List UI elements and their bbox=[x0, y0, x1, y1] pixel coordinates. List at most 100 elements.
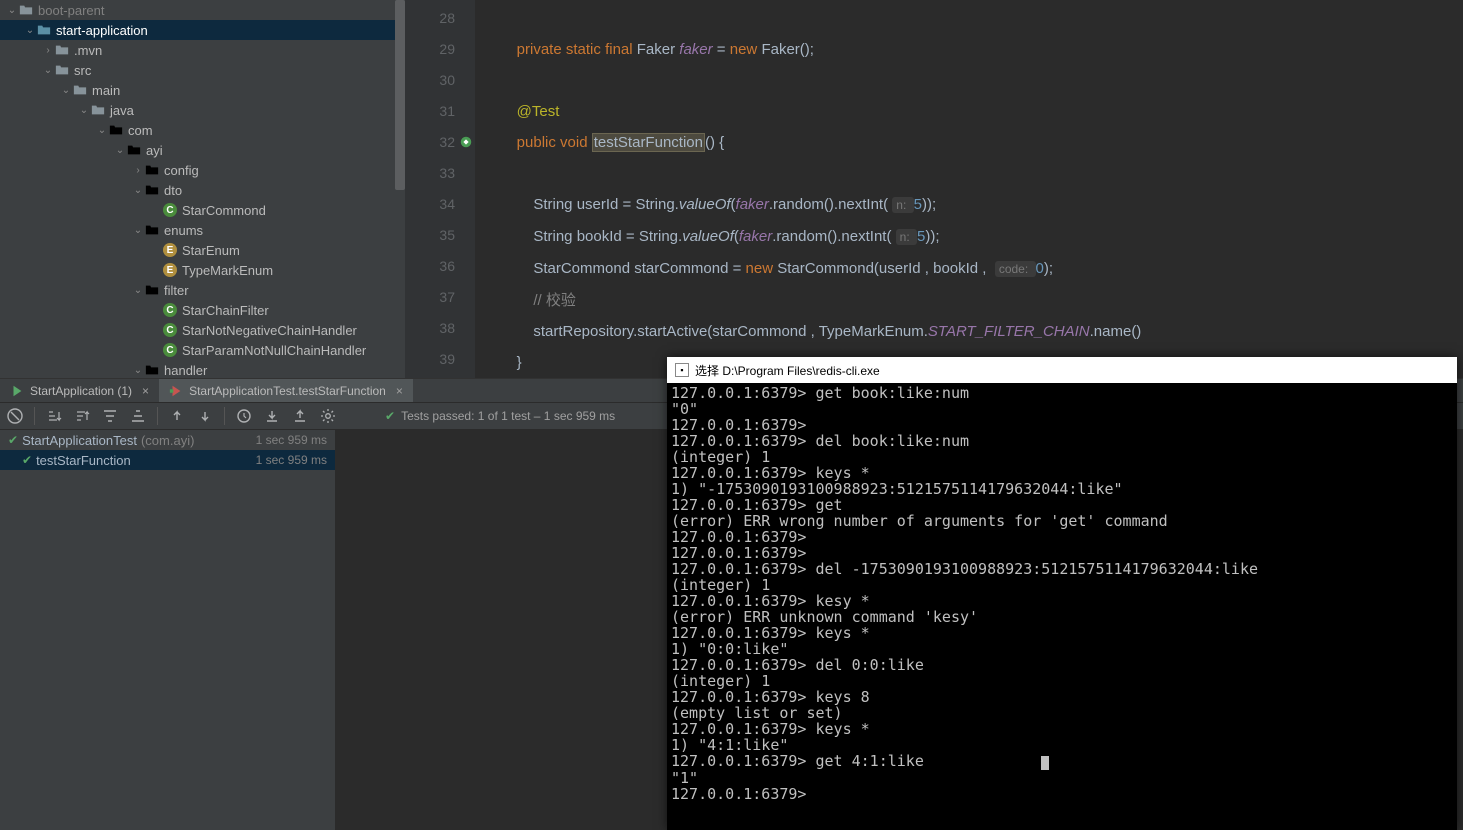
code-line-31[interactable]: @Test bbox=[475, 96, 1463, 127]
code-line-28[interactable] bbox=[475, 3, 1463, 34]
play-icon bbox=[10, 384, 24, 398]
tree-item-java[interactable]: ⌄java bbox=[0, 100, 405, 120]
test-suffix: (com.ayi) bbox=[141, 433, 194, 448]
tree-item-label: StarNotNegativeChainHandler bbox=[182, 323, 357, 338]
run-tab-label: StartApplication (1) bbox=[30, 384, 132, 398]
test-name: testStarFunction bbox=[36, 453, 131, 468]
tree-item-starchainfilter[interactable]: CStarChainFilter bbox=[0, 300, 405, 320]
tree-item-starnotnegativechainhandler[interactable]: CStarNotNegativeChainHandler bbox=[0, 320, 405, 340]
settings-icon[interactable] bbox=[319, 407, 337, 425]
package-icon bbox=[144, 282, 160, 298]
tree-item-label: main bbox=[92, 83, 120, 98]
expand-arrow-icon[interactable]: ⌄ bbox=[132, 185, 144, 196]
tree-item-label: config bbox=[164, 163, 199, 178]
expand-all-icon[interactable] bbox=[101, 407, 119, 425]
tree-item-typemarkenum[interactable]: ETypeMarkEnum bbox=[0, 260, 405, 280]
code-line-37[interactable]: // 校验 bbox=[475, 285, 1463, 316]
tree-item-ayi[interactable]: ⌄ ayi bbox=[0, 140, 405, 160]
test-icon bbox=[169, 384, 183, 398]
run-gutter-icon[interactable] bbox=[459, 135, 473, 149]
check-icon: ✔ bbox=[22, 453, 32, 467]
run-tab-startapplicationtest-teststarfunction[interactable]: StartApplicationTest.testStarFunction × bbox=[159, 379, 413, 403]
code-line-32[interactable]: public void testStarFunction() { bbox=[475, 127, 1463, 158]
terminal-output[interactable]: 127.0.0.1:6379> get book:like:num "0" 12… bbox=[667, 383, 1457, 804]
package-icon bbox=[108, 122, 124, 138]
expand-arrow-icon[interactable]: ⌄ bbox=[114, 145, 126, 156]
tree-item-main[interactable]: ⌄ main bbox=[0, 80, 405, 100]
expand-arrow-icon[interactable]: ⌄ bbox=[78, 105, 90, 116]
terminal-window[interactable]: ▪ 选择 D:\Program Files\redis-cli.exe 127.… bbox=[667, 357, 1457, 830]
tree-item-label: enums bbox=[164, 223, 203, 238]
tree-item-starcommond[interactable]: C StarCommond bbox=[0, 200, 405, 220]
run-tab-startapplication-1-[interactable]: StartApplication (1) × bbox=[0, 379, 159, 403]
class-icon: C bbox=[162, 302, 178, 318]
folder-icon bbox=[72, 82, 88, 98]
tree-item-boot-parent[interactable]: ⌄ boot-parent bbox=[0, 0, 405, 20]
tree-item-starenum[interactable]: EStarEnum bbox=[0, 240, 405, 260]
import-icon[interactable] bbox=[263, 407, 281, 425]
run-tab-label: StartApplicationTest.testStarFunction bbox=[189, 384, 386, 398]
package-icon bbox=[144, 182, 160, 198]
tree-item-label: .mvn bbox=[74, 43, 102, 58]
expand-arrow-icon[interactable]: ⌄ bbox=[24, 25, 36, 36]
code-line-29[interactable]: private static final Faker faker = new F… bbox=[475, 34, 1463, 65]
tree-item-enums[interactable]: ⌄ enums bbox=[0, 220, 405, 240]
tree-item-filter[interactable]: ⌄filter bbox=[0, 280, 405, 300]
close-icon[interactable]: × bbox=[142, 384, 149, 398]
code-line-33[interactable] bbox=[475, 158, 1463, 189]
expand-arrow-icon[interactable]: › bbox=[42, 45, 54, 56]
editor-code[interactable]: private static final Faker faker = new F… bbox=[475, 0, 1463, 378]
sort-down-icon[interactable] bbox=[45, 407, 63, 425]
tree-item-config[interactable]: › config bbox=[0, 160, 405, 180]
tree-item-src[interactable]: ⌄src bbox=[0, 60, 405, 80]
tree-item-label: start-application bbox=[56, 23, 148, 38]
package-icon bbox=[126, 142, 142, 158]
editor-gutter: 282930313233343536373839 bbox=[405, 0, 475, 378]
tree-item-starparamnotnullchainhandler[interactable]: CStarParamNotNullChainHandler bbox=[0, 340, 405, 360]
tree-item-com[interactable]: ⌄com bbox=[0, 120, 405, 140]
code-line-34[interactable]: String userId = String.valueOf(faker.ran… bbox=[475, 189, 1463, 221]
expand-arrow-icon[interactable]: › bbox=[132, 165, 144, 176]
tree-item-label: boot-parent bbox=[38, 3, 105, 18]
next-test-icon[interactable] bbox=[196, 407, 214, 425]
tree-item-label: ayi bbox=[146, 143, 163, 158]
sort-up-icon[interactable] bbox=[73, 407, 91, 425]
tree-item-dto[interactable]: ⌄dto bbox=[0, 180, 405, 200]
expand-arrow-icon[interactable]: ⌄ bbox=[96, 125, 108, 136]
watch-icon[interactable] bbox=[235, 407, 253, 425]
stop-button[interactable] bbox=[6, 407, 24, 425]
tree-item-label: TypeMarkEnum bbox=[182, 263, 273, 278]
expand-arrow-icon[interactable]: ⌄ bbox=[42, 65, 54, 76]
code-editor[interactable]: 282930313233343536373839 private static … bbox=[405, 0, 1463, 378]
test-row-teststarfunction[interactable]: ✔testStarFunction1 sec 959 ms bbox=[0, 450, 335, 470]
test-results-tree[interactable]: ✔StartApplicationTest (com.ayi)1 sec 959… bbox=[0, 430, 335, 830]
tree-item-handler[interactable]: ⌄handler bbox=[0, 360, 405, 378]
code-line-30[interactable] bbox=[475, 65, 1463, 96]
expand-arrow-icon[interactable]: ⌄ bbox=[132, 225, 144, 236]
tree-scrollbar[interactable] bbox=[395, 0, 405, 375]
close-icon[interactable]: × bbox=[396, 384, 403, 398]
module-icon bbox=[36, 22, 52, 38]
check-icon: ✔ bbox=[385, 409, 395, 423]
class-icon: C bbox=[162, 202, 178, 218]
test-row-startapplicationtest[interactable]: ✔StartApplicationTest (com.ayi)1 sec 959… bbox=[0, 430, 335, 450]
terminal-title: 选择 D:\Program Files\redis-cli.exe bbox=[695, 362, 880, 379]
expand-arrow-icon[interactable]: ⌄ bbox=[6, 5, 18, 16]
package-icon bbox=[144, 362, 160, 378]
tree-item-label: StarCommond bbox=[182, 203, 266, 218]
code-line-35[interactable]: String bookId = String.valueOf(faker.ran… bbox=[475, 221, 1463, 253]
enum-icon: E bbox=[162, 242, 178, 258]
expand-arrow-icon[interactable]: ⌄ bbox=[132, 365, 144, 376]
code-line-38[interactable]: startRepository.startActive(starCommond … bbox=[475, 316, 1463, 347]
terminal-titlebar[interactable]: ▪ 选择 D:\Program Files\redis-cli.exe bbox=[667, 357, 1457, 383]
folder-icon bbox=[54, 62, 70, 78]
tree-item--mvn[interactable]: › .mvn bbox=[0, 40, 405, 60]
export-icon[interactable] bbox=[291, 407, 309, 425]
project-tree[interactable]: ⌄boot-parent⌄start-application›.mvn⌄src⌄… bbox=[0, 0, 405, 378]
collapse-all-icon[interactable] bbox=[129, 407, 147, 425]
expand-arrow-icon[interactable]: ⌄ bbox=[60, 85, 72, 96]
code-line-36[interactable]: StarCommond starCommond = new StarCommon… bbox=[475, 253, 1463, 285]
tree-item-start-application[interactable]: ⌄ start-application bbox=[0, 20, 405, 40]
prev-test-icon[interactable] bbox=[168, 407, 186, 425]
expand-arrow-icon[interactable]: ⌄ bbox=[132, 285, 144, 296]
